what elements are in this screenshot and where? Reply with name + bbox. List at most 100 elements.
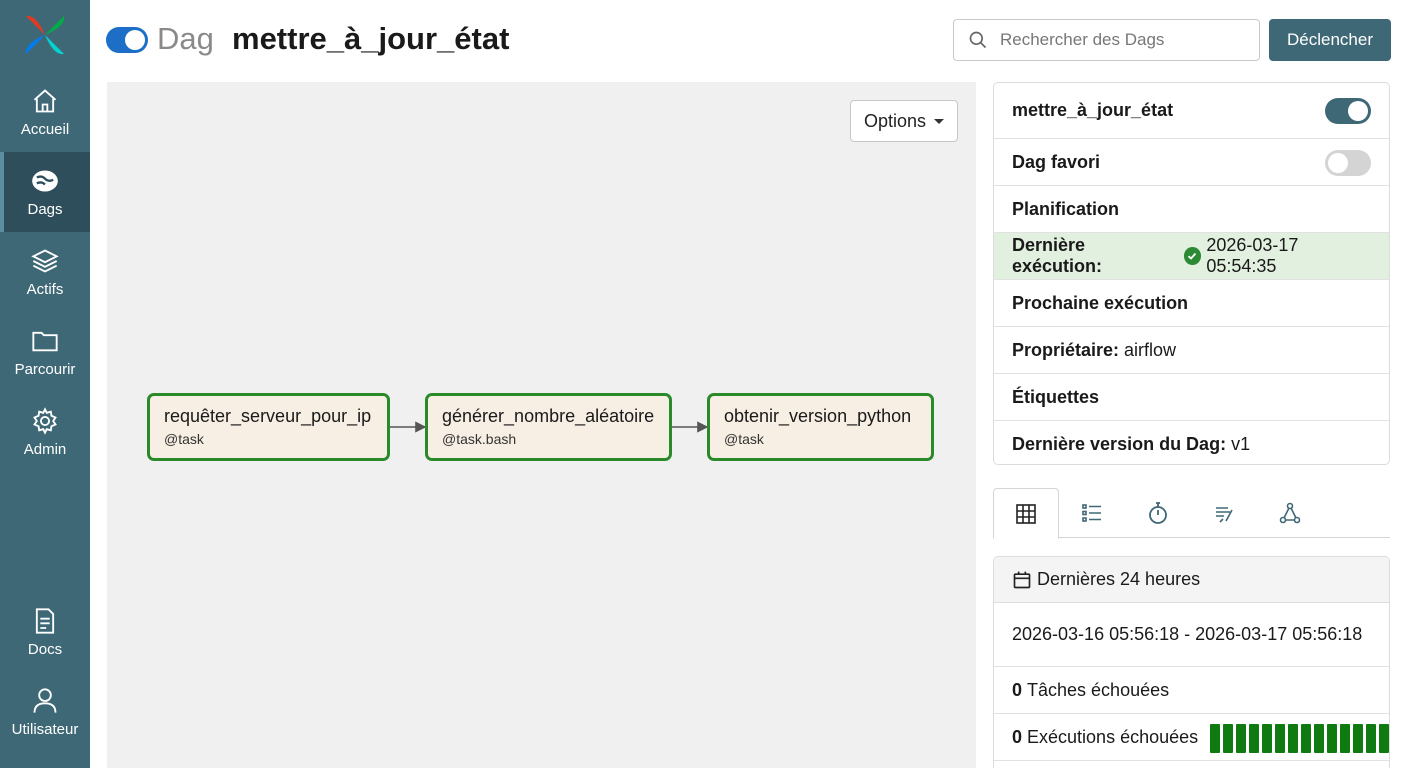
sidebar-item-label: Docs [27, 640, 63, 658]
graph-node[interactable]: obtenir_version_python @task [707, 393, 934, 461]
search-icon [969, 31, 987, 49]
run-status-bar[interactable] [1327, 724, 1337, 753]
details-row-favorite: Dag favori [994, 139, 1389, 186]
options-label: Options [863, 110, 927, 131]
sidebar-item-label: Actifs [26, 280, 64, 298]
sidebar: Accueil Dags Actifs Parcourir Admin Docs… [0, 0, 90, 768]
run-status-bars [1210, 724, 1389, 753]
sidebar-item-admin[interactable]: Admin [0, 392, 90, 472]
caret-down-icon [934, 118, 945, 124]
calendar-icon [1013, 571, 1031, 588]
stats-period-label: Dernières 24 heures [1037, 569, 1201, 589]
sidebar-item-label: Utilisateur [11, 720, 79, 738]
next-run-label: Prochaine exécution [1012, 292, 1189, 313]
graph-canvas[interactable]: Options requêter_serveur_pour_ip @task g… [107, 82, 976, 768]
trigger-button[interactable]: Déclencher [1269, 19, 1391, 61]
stopwatch-icon [1149, 502, 1167, 524]
details-row-schedule: Planification [994, 186, 1389, 233]
failed-runs-row: 0 Exécutions échouées [994, 714, 1389, 761]
graph-node[interactable]: requêter_serveur_pour_ip @task [147, 393, 390, 461]
list-icon [1082, 504, 1101, 522]
tab-duration[interactable] [1125, 488, 1191, 538]
gear-icon [33, 406, 57, 435]
run-status-bar[interactable] [1223, 724, 1233, 753]
tab-list[interactable] [1059, 488, 1125, 538]
sidebar-item-label: Admin [23, 440, 67, 458]
failed-tasks-count: 0 [1012, 679, 1023, 700]
search-input[interactable] [1000, 30, 1240, 50]
owner-value: airflow [1124, 339, 1177, 360]
airflow-logo[interactable] [22, 12, 68, 58]
tags-label: Étiquettes [1012, 386, 1100, 407]
run-status-bar[interactable] [1236, 724, 1246, 753]
search-box[interactable] [953, 19, 1260, 61]
schedule-label: Planification [1012, 198, 1120, 219]
run-status-bar[interactable] [1301, 724, 1311, 753]
recent-stats-card: Dernières 24 heures 2026-03-16 05:56:18 … [993, 556, 1390, 768]
run-status-bar[interactable] [1314, 724, 1324, 753]
details-row-next-run: Prochaine exécution [994, 280, 1389, 327]
details-row-last-run[interactable]: Dernière exécution: 2026-03-17 05:54:35 [994, 233, 1389, 280]
details-row-owner: Propriétaire: airflow [994, 327, 1389, 374]
dag-icon [32, 170, 58, 191]
stats-range: 2026-03-16 05:56:18 - 2026-03-17 05:56:1… [994, 603, 1389, 667]
page-title: mettre_à_jour_état [232, 21, 510, 56]
details-row-dag-name: mettre_à_jour_état [994, 83, 1389, 139]
document-icon [35, 607, 55, 634]
node-type: @task.bash [442, 431, 517, 447]
sidebar-item-dags[interactable]: Dags [0, 152, 90, 232]
version-label: Dernière version du Dag: [1012, 434, 1227, 454]
version-value: v1 [1231, 434, 1251, 454]
run-status-bar[interactable] [1275, 724, 1285, 753]
dag-pause-toggle[interactable] [1325, 98, 1371, 124]
owner-label: Propriétaire: [1012, 339, 1120, 360]
graph-node[interactable]: générer_nombre_aléatoire @task.bash [425, 393, 672, 461]
sidebar-item-home[interactable]: Accueil [0, 72, 90, 152]
tab-grid[interactable] [993, 488, 1059, 539]
run-status-bar[interactable] [1379, 724, 1389, 753]
sidebar-item-label: Accueil [20, 120, 70, 138]
details-row-version: Dernière version du Dag: v1 [994, 421, 1389, 464]
node-name: obtenir_version_python [724, 406, 912, 426]
sidebar-item-assets[interactable]: Actifs [0, 232, 90, 312]
failed-tasks-row: 0 Tâches échouées [994, 667, 1389, 714]
details-row-tags: Étiquettes [994, 374, 1389, 421]
node-type: @task [164, 431, 204, 447]
sidebar-item-label: Dags [27, 200, 63, 218]
options-dropdown[interactable]: Options [850, 100, 958, 142]
favorite-toggle[interactable] [1325, 150, 1371, 176]
tab-graph[interactable] [1257, 488, 1323, 538]
sidebar-item-browse[interactable]: Parcourir [0, 312, 90, 392]
favorite-label: Dag favori [1012, 151, 1101, 172]
stats-period[interactable]: Dernières 24 heures [994, 557, 1389, 603]
view-tabs [993, 488, 1390, 539]
grid-icon [1016, 503, 1036, 524]
folder-icon [32, 331, 58, 351]
user-icon [33, 687, 57, 713]
dag-name: mettre_à_jour_état [1012, 100, 1174, 120]
graph-icon [1279, 502, 1301, 524]
run-status-bar[interactable] [1262, 724, 1272, 753]
success-check-icon [1183, 247, 1202, 265]
failed-runs-label: Exécutions échouées [1027, 726, 1199, 747]
node-name: requêter_serveur_pour_ip [164, 406, 372, 426]
run-status-bar[interactable] [1210, 724, 1220, 753]
sidebar-item-label: Parcourir [14, 360, 76, 378]
last-run-label: Dernière exécution: [1012, 235, 1103, 276]
run-status-bar[interactable] [1366, 724, 1376, 753]
sidebar-item-docs[interactable]: Docs [0, 592, 90, 672]
page-kind: Dag [157, 21, 214, 56]
node-type: @task [724, 431, 764, 447]
run-status-bar[interactable] [1340, 724, 1350, 753]
node-name: générer_nombre_aléatoire [442, 406, 655, 426]
run-status-bar[interactable] [1249, 724, 1259, 753]
sidebar-item-user[interactable]: Utilisateur [0, 672, 90, 752]
home-icon [33, 88, 57, 112]
tab-code[interactable] [1191, 488, 1257, 538]
run-status-bar[interactable] [1288, 724, 1298, 753]
failed-tasks-label: Tâches échouées [1027, 679, 1170, 700]
failed-runs-count: 0 [1012, 726, 1023, 747]
run-status-bar[interactable] [1353, 724, 1363, 753]
dag-active-toggle[interactable] [106, 27, 148, 53]
last-run-value: 2026-03-17 05:54:35 [1206, 235, 1299, 276]
